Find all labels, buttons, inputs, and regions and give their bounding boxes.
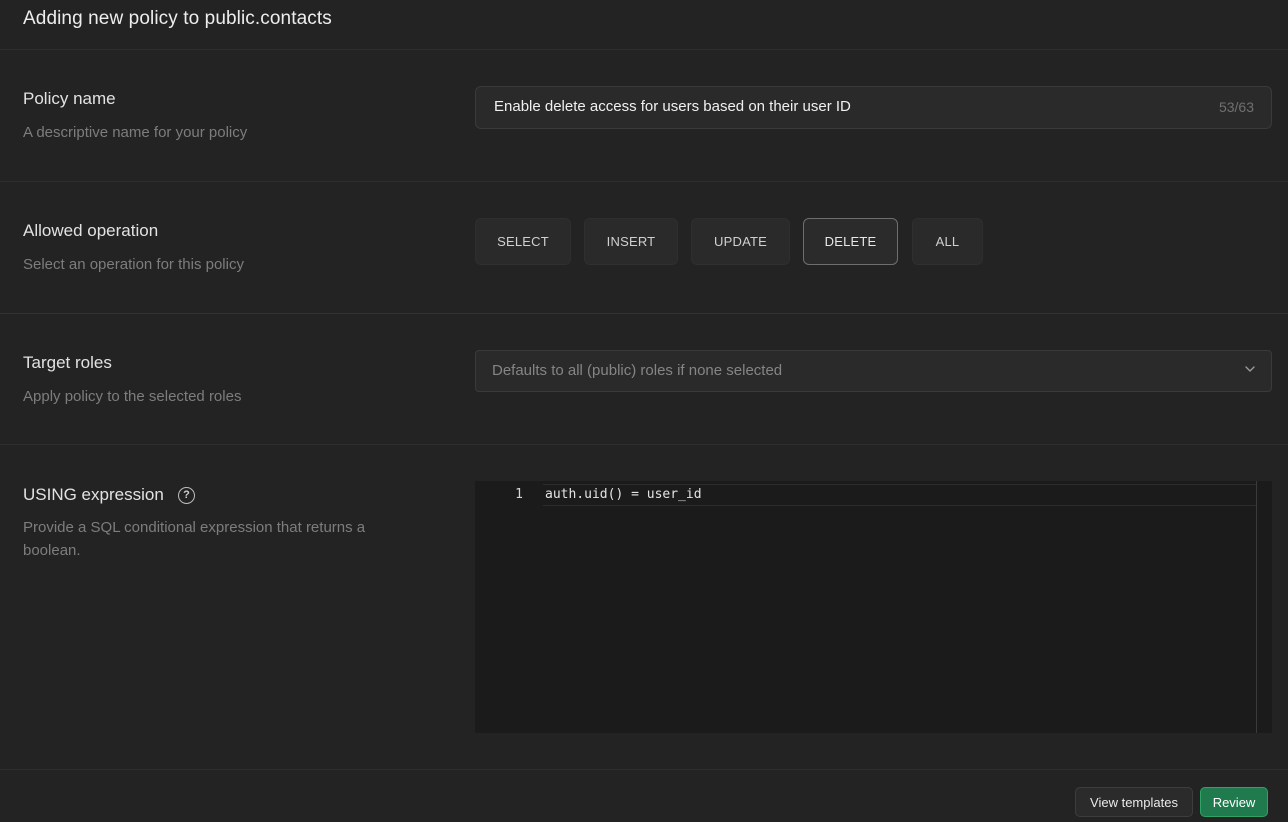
- allowed-operation-section: Allowed operation Select an operation fo…: [0, 182, 1288, 314]
- editor-scrollbar[interactable]: [1256, 481, 1257, 733]
- using-expression-description-line-2: boolean.: [23, 542, 81, 559]
- operation-update-button[interactable]: UPDATE: [691, 218, 790, 265]
- policy-editor-page: Adding new policy to public.contacts Pol…: [0, 0, 1288, 822]
- chevron-down-icon: [1245, 366, 1255, 372]
- allowed-operation-label: Allowed operation: [23, 221, 159, 240]
- operation-delete-button[interactable]: DELETE: [803, 218, 898, 265]
- operation-insert-button[interactable]: INSERT: [584, 218, 678, 265]
- using-expression-section: USING expression ? Provide a SQL conditi…: [0, 445, 1288, 770]
- allowed-operation-description: Select an operation for this policy: [23, 256, 244, 273]
- target-roles-description: Apply policy to the selected roles: [23, 388, 242, 405]
- target-roles-label: Target roles: [23, 353, 112, 372]
- policy-name-description: A descriptive name for your policy: [23, 124, 248, 141]
- target-roles-select[interactable]: Defaults to all (public) roles if none s…: [475, 350, 1272, 392]
- policy-name-section: Policy name A descriptive name for your …: [0, 50, 1288, 182]
- line-number: 1: [515, 487, 523, 502]
- using-expression-description-line-1: Provide a SQL conditional expression tha…: [23, 519, 366, 536]
- header: Adding new policy to public.contacts: [0, 0, 1288, 50]
- policy-name-value: Enable delete access for users based on …: [494, 98, 851, 115]
- help-circle-icon[interactable]: ?: [178, 487, 195, 504]
- target-roles-section: Target roles Apply policy to the selecte…: [0, 314, 1288, 445]
- sql-code-editor[interactable]: 1 auth.uid() = user_id: [475, 481, 1272, 733]
- character-counter: 53/63: [1218, 99, 1254, 115]
- operation-all-button[interactable]: ALL: [912, 218, 983, 265]
- operation-select-button[interactable]: SELECT: [475, 218, 571, 265]
- policy-name-label: Policy name: [23, 89, 116, 108]
- page-title: Adding new policy to public.contacts: [23, 8, 332, 29]
- policy-name-input[interactable]: Enable delete access for users based on …: [475, 86, 1272, 129]
- using-expression-label: USING expression: [23, 485, 164, 504]
- code-line[interactable]: auth.uid() = user_id: [545, 487, 702, 502]
- view-templates-button[interactable]: View templates: [1075, 787, 1193, 817]
- target-roles-placeholder: Defaults to all (public) roles if none s…: [492, 362, 783, 379]
- review-button[interactable]: Review: [1200, 787, 1268, 817]
